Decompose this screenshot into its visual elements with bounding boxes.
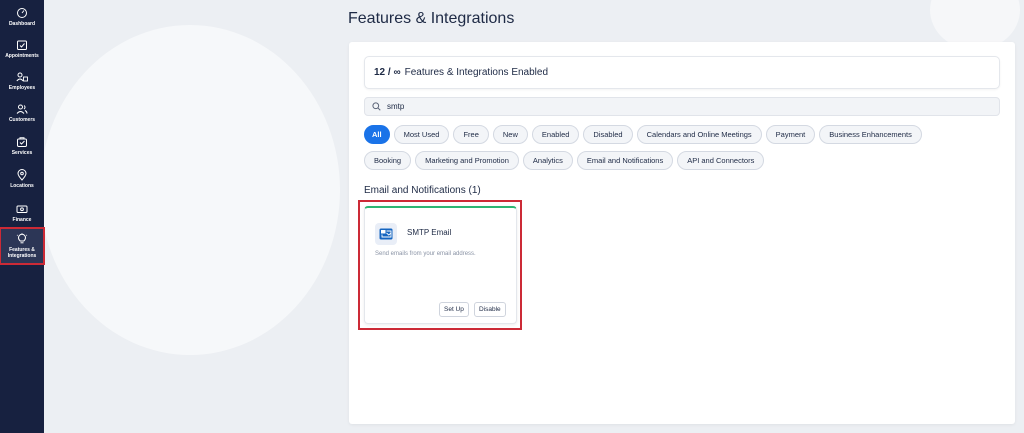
setup-button[interactable]: Set Up [439, 302, 469, 317]
sidebar-item-employees[interactable]: Employees [0, 66, 44, 96]
sidebar-item-label: Integrations [7, 253, 37, 259]
disable-button[interactable]: Disable [474, 302, 506, 317]
filter-chips: All Most Used Free New Enabled Disabled … [364, 125, 1004, 177]
sidebar-item-label: Appointments [5, 53, 39, 59]
smtp-email-icon-graphic [379, 228, 393, 240]
sidebar-item-finance[interactable]: Finance [0, 198, 44, 228]
employees-icon [16, 72, 28, 82]
filter-chip-enabled[interactable]: Enabled [531, 125, 580, 144]
filter-chip-row: All Most Used Free New Enabled Disabled … [364, 125, 1004, 144]
sidebar-item-label: Employees [8, 85, 36, 91]
dashboard-icon [17, 8, 27, 18]
filter-chip-most-used[interactable]: Most Used [393, 125, 450, 144]
feature-name: SMTP Email [407, 228, 452, 237]
sidebar-item-label: Services [11, 150, 33, 156]
filter-chip-calendars[interactable]: Calendars and Online Meetings [636, 125, 762, 144]
background-decoration [40, 25, 340, 355]
features-summary-card: 12 / ∞ Features & Integrations Enabled [364, 56, 1000, 89]
section-title: Email and Notifications (1) [364, 185, 481, 196]
filter-chip-analytics[interactable]: Analytics [522, 151, 573, 170]
sidebar-item-label: Customers [8, 117, 36, 123]
page-title: Features & Integrations [348, 10, 515, 27]
sidebar-item-appointments[interactable]: Appointments [0, 34, 44, 64]
lightbulb-icon [16, 233, 28, 244]
finance-icon [16, 205, 28, 213]
sidebar: Dashboard Appointments Employees Custome… [0, 0, 45, 433]
sidebar-item-dashboard[interactable]: Dashboard [0, 2, 44, 32]
filter-chip-business-enhancements[interactable]: Business Enhancements [819, 125, 922, 144]
filter-chip-free[interactable]: Free [453, 125, 489, 144]
sidebar-item-features-integrations[interactable]: Features & Integrations [0, 227, 45, 265]
filter-chip-booking[interactable]: Booking [364, 151, 412, 170]
filter-chip-row: Booking Marketing and Promotion Analytic… [364, 151, 1004, 170]
filter-chip-payment[interactable]: Payment [765, 125, 816, 144]
feature-card-smtp-email[interactable]: SMTP Email Send emails from your email a… [364, 206, 517, 324]
search-input[interactable] [387, 102, 987, 111]
filter-chip-all[interactable]: All [364, 125, 390, 144]
search-bar[interactable] [364, 97, 1000, 116]
location-pin-icon [17, 169, 27, 181]
sidebar-item-customers[interactable]: Customers [0, 98, 44, 128]
filter-chip-new[interactable]: New [492, 125, 528, 144]
feature-description: Send emails from your email address. [375, 251, 476, 257]
sidebar-item-label: Dashboard [8, 21, 36, 27]
filter-chip-api-connectors[interactable]: API and Connectors [677, 151, 765, 170]
smtp-email-icon [375, 223, 397, 245]
filter-chip-marketing[interactable]: Marketing and Promotion [415, 151, 519, 170]
calendar-check-icon [17, 40, 27, 50]
sidebar-item-locations[interactable]: Locations [0, 164, 44, 194]
sidebar-item-services[interactable]: Services [0, 131, 44, 161]
sidebar-item-label: Finance [12, 217, 32, 223]
filter-chip-disabled[interactable]: Disabled [583, 125, 633, 144]
enabled-summary-text: Features & Integrations Enabled [404, 67, 549, 78]
services-icon [17, 137, 27, 147]
sidebar-item-label: Locations [10, 183, 34, 189]
customers-icon [16, 104, 28, 114]
enabled-count: 12 / ∞ [374, 67, 401, 78]
features-panel: 12 / ∞ Features & Integrations Enabled A… [349, 42, 1015, 424]
filter-chip-email-notifications[interactable]: Email and Notifications [576, 151, 674, 170]
search-icon [372, 102, 381, 111]
